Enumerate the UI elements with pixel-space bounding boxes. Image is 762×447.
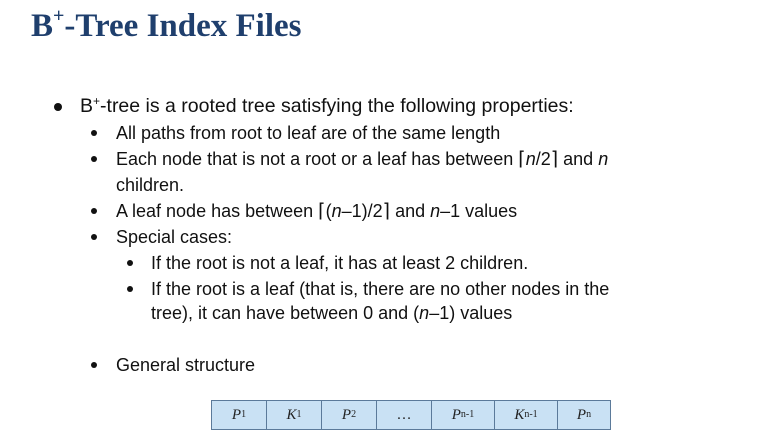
- prop3-and: and: [390, 201, 431, 221]
- special-case-root-is-leaf: If the root is a leaf (that is, there ar…: [151, 279, 610, 299]
- prop2-text: Each node that is not a root or a leaf h…: [116, 149, 519, 169]
- node-cell-pn-1: Pn-1: [431, 401, 494, 429]
- property-internal-node-children-cont: children.: [116, 175, 185, 195]
- ceil-right-symbol: ⌉: [382, 200, 391, 222]
- node-cell-pn: Pn: [557, 401, 610, 429]
- slide-title: B+-Tree Index Files: [31, 4, 302, 48]
- bullet-icon: [91, 208, 97, 214]
- bullet-icon: [54, 103, 62, 111]
- bullet-icon: [127, 286, 133, 292]
- prop3-n-italic: n: [331, 201, 342, 221]
- cell-ellipsis: …: [396, 406, 412, 423]
- title-plus-superscript: +: [53, 5, 65, 27]
- prop3-expr: –1)/2: [341, 201, 383, 221]
- title-rest: -Tree Index Files: [64, 8, 302, 44]
- node-cell-p1: P1: [231, 406, 247, 423]
- special-case-root-not-leaf: If the root is not a leaf, it has at lea…: [151, 253, 529, 273]
- s2b-n-italic: n: [419, 303, 430, 323]
- node-cell-ellipsis: …: [376, 401, 431, 429]
- cell-base: P: [576, 406, 587, 423]
- prop2-n-italic-2: n: [598, 149, 609, 169]
- cell-base: P: [341, 406, 352, 423]
- prop2-over-2: /2: [535, 149, 551, 169]
- bullet-icon: [91, 362, 97, 368]
- s2b-post: –1) values: [429, 303, 513, 323]
- special-cases-heading: Special cases:: [116, 227, 233, 247]
- node-cell-k1: K1: [266, 401, 321, 429]
- node-structure-diagram: P1 K1 P2 … Pn-1 Kn-1 Pn: [211, 400, 611, 430]
- intro-text: B+-tree is a rooted tree satisfying the …: [80, 94, 574, 118]
- ceil-left-symbol: ⌈: [518, 148, 526, 170]
- special-case-root-is-leaf-cont: tree), it can have between 0 and (n–1) v…: [151, 301, 512, 325]
- property-paths-length: All paths from root to leaf are of the s…: [116, 123, 501, 143]
- prop3-text: A leaf node has between: [116, 201, 319, 221]
- cell-base: P: [451, 406, 461, 423]
- prop2-n-italic: n: [525, 149, 536, 169]
- bullet-icon: [91, 234, 97, 240]
- prop3-n-italic-2: n: [430, 201, 441, 221]
- prop2-and: and: [558, 149, 599, 169]
- cell-base: K: [514, 406, 525, 423]
- bullet-icon: [91, 156, 97, 162]
- intro-rest: -tree is a rooted tree satisfying the fo…: [100, 95, 574, 117]
- ceil-left-symbol: ⌈: [318, 200, 326, 222]
- title-b: B: [31, 8, 54, 44]
- s2b-pre: tree), it can have between 0 and (: [151, 303, 420, 323]
- property-leaf-values: A leaf node has between ⌈(n–1)/2⌉ and n–…: [116, 199, 517, 223]
- cell-base: K: [286, 406, 297, 423]
- general-structure-label: General structure: [116, 355, 256, 375]
- node-cell-p2: P2: [321, 401, 376, 429]
- property-internal-node-children: Each node that is not a root or a leaf h…: [116, 147, 608, 171]
- bullet-icon: [127, 260, 133, 266]
- bullet-icon: [91, 130, 97, 136]
- cell-base: P: [231, 406, 242, 423]
- intro-plus-superscript: +: [93, 94, 101, 108]
- intro-b: B: [80, 95, 94, 117]
- node-cell-kn-1: Kn-1: [494, 401, 557, 429]
- prop3-tail: –1 values: [440, 201, 518, 221]
